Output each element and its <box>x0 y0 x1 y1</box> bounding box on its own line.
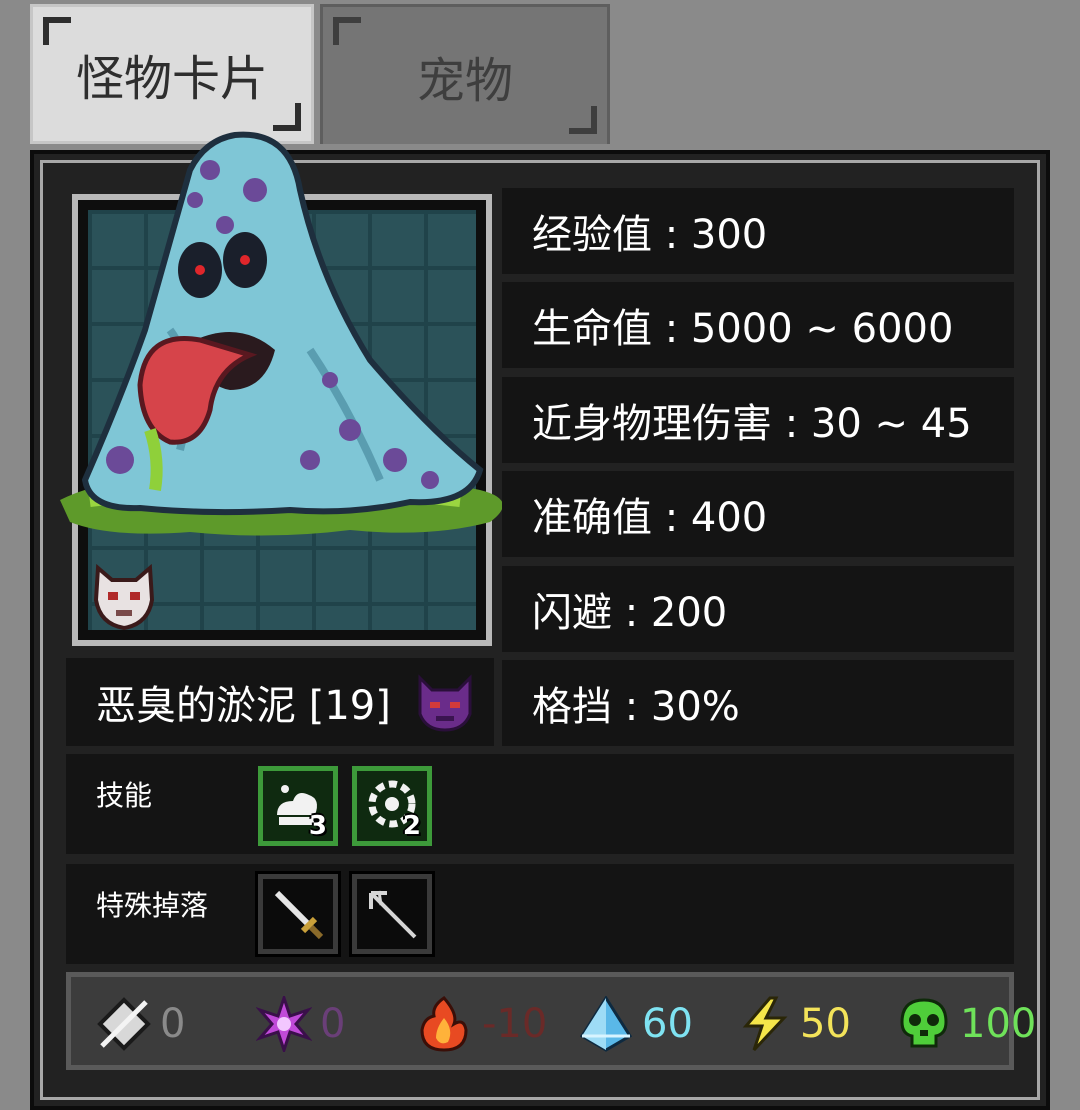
stat-evasion: 闪避 : 200 <box>502 566 1014 652</box>
tab-corner-decoration <box>569 106 597 134</box>
resist-fire-value: -10 <box>482 1001 548 1047</box>
stat-block: 格挡 : 30% <box>502 660 1014 746</box>
mask-icon <box>93 563 155 631</box>
poison-resist-icon <box>900 998 948 1048</box>
stat-evasion-text: 闪避 : 200 <box>532 590 728 636</box>
stat-exp-text: 经验值 : 300 <box>532 212 768 258</box>
skill-slot-1[interactable]: 3 <box>258 766 338 846</box>
skill-slot-2-count: 2 <box>402 811 421 841</box>
drop-slot-2[interactable] <box>349 871 435 957</box>
ice-resist-icon <box>579 996 633 1052</box>
skill-slot-2[interactable]: 2 <box>352 766 432 846</box>
skill-slot-1-count: 3 <box>308 811 327 841</box>
resist-ice: 60 <box>578 994 693 1054</box>
resist-lightning: 50 <box>736 994 851 1054</box>
skills-label: 技能 <box>96 779 153 812</box>
stat-exp: 经验值 : 300 <box>502 188 1014 274</box>
resist-physical-value: 0 <box>160 1001 186 1047</box>
tab-pet-label: 宠物 <box>416 52 513 109</box>
resist-arcane-value: 0 <box>320 1001 346 1047</box>
tab-monster-card-label: 怪物卡片 <box>75 51 268 107</box>
tab-monster-card[interactable]: 怪物卡片 <box>30 4 314 144</box>
resist-fire: -10 <box>414 994 547 1054</box>
resist-arcane: 0 <box>256 994 345 1054</box>
skills-section: 技能 <box>66 754 1014 854</box>
special-drops-section: 特殊掉落 <box>66 864 1014 964</box>
drop-slot-1[interactable] <box>255 871 341 957</box>
lightning-resist-icon <box>742 996 788 1052</box>
resist-ice-value: 60 <box>642 1001 693 1047</box>
resist-physical: 0 <box>96 994 185 1054</box>
tab-corner-decoration <box>273 103 301 131</box>
resist-lightning-value: 50 <box>800 1001 851 1047</box>
monster-name: 恶臭的淤泥 [19] <box>96 683 391 729</box>
tab-corner-decoration <box>43 17 71 45</box>
fire-resist-icon <box>420 996 468 1052</box>
slime-monster-sprite <box>60 131 503 536</box>
demon-rank-icon <box>414 672 476 734</box>
special-drops-label: 特殊掉落 <box>96 889 209 922</box>
stat-hp-text: 生命值 : 5000 ~ 6000 <box>532 306 954 352</box>
stat-melee-damage: 近身物理伤害 : 30 ~ 45 <box>502 377 1014 463</box>
sword-icon <box>274 890 324 940</box>
stat-accuracy-text: 准确值 : 400 <box>532 495 768 541</box>
stat-accuracy: 准确值 : 400 <box>502 471 1014 557</box>
stat-hp: 生命值 : 5000 ~ 6000 <box>502 282 1014 368</box>
resist-poison-value: 100 <box>960 1001 1037 1047</box>
arcane-resist-icon <box>256 996 312 1052</box>
stat-melee-damage-text: 近身物理伤害 : 30 ~ 45 <box>532 401 972 447</box>
resist-poison: 100 <box>896 994 1036 1054</box>
trident-icon <box>369 890 417 939</box>
stat-block-text: 格挡 : 30% <box>532 684 740 730</box>
physical-resist-icon <box>97 997 151 1051</box>
tab-pet[interactable]: 宠物 <box>320 4 610 144</box>
tab-corner-decoration <box>333 17 361 45</box>
